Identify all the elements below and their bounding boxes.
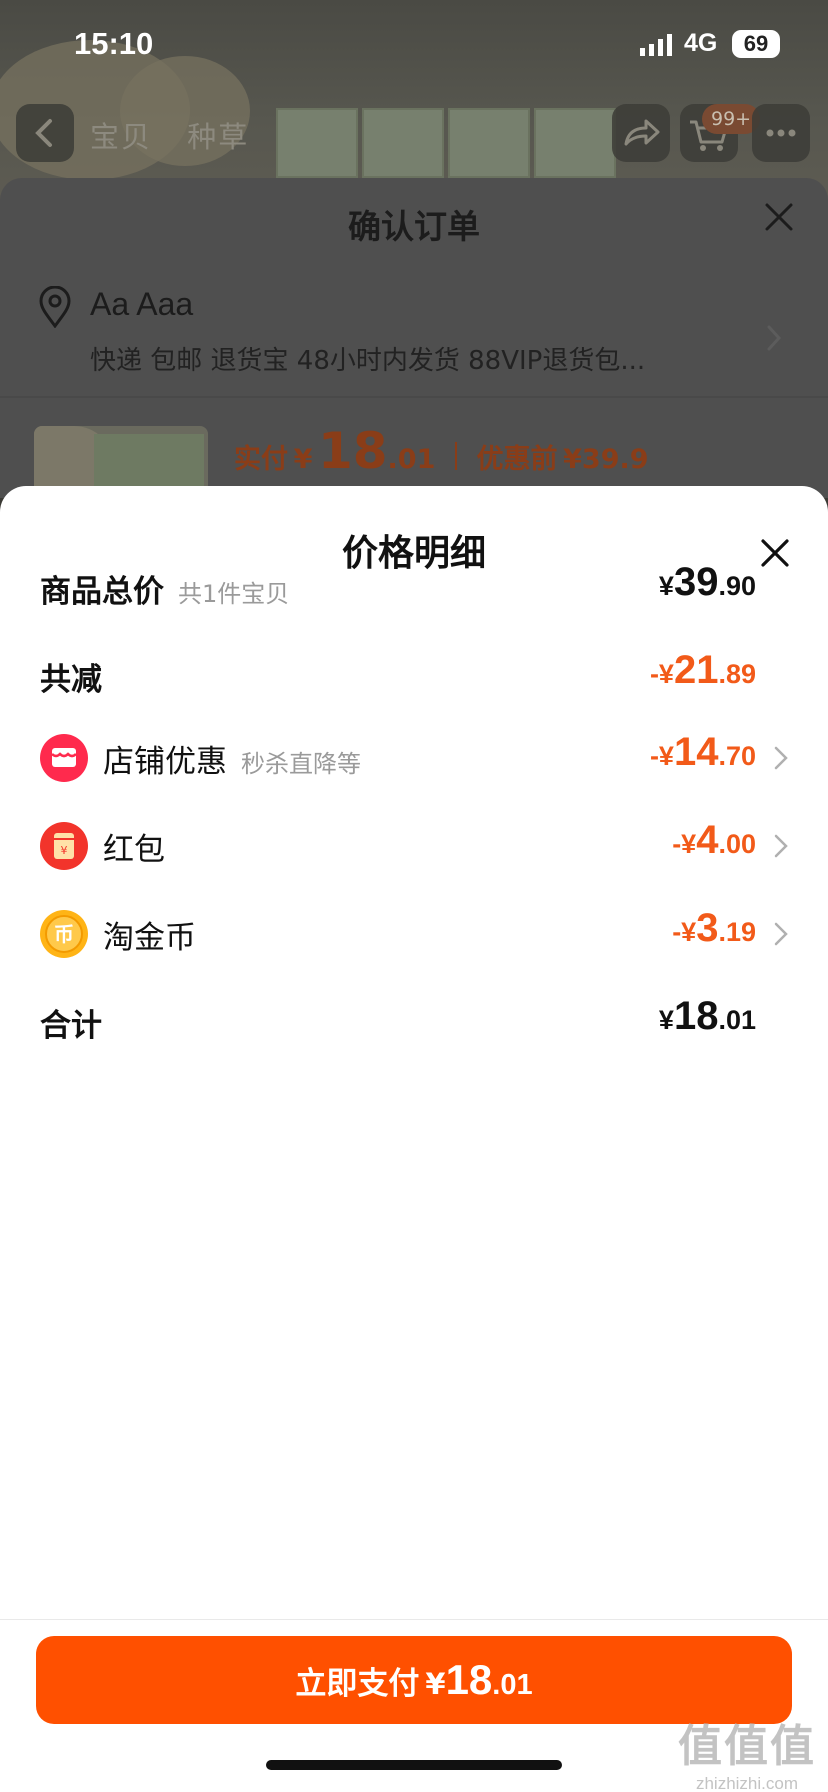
amount-dec: .00 [718, 829, 756, 859]
amount-dec: .70 [718, 741, 756, 771]
share-icon [624, 119, 660, 146]
svg-text:¥: ¥ [61, 844, 68, 857]
signal-icon [640, 34, 672, 56]
battery-level: 69 [732, 30, 780, 58]
taojinbi-row[interactable]: 币 淘金币 -¥3.19 [0, 902, 828, 962]
amount-prefix: ¥ [658, 1005, 674, 1035]
product-page-background: 15:10 4G 69 宝贝 种草 99+ [0, 0, 828, 200]
total-discount-row: 共减 -¥21.89 [0, 644, 828, 704]
taojinbi-label: 淘金币 [103, 920, 196, 956]
amount-int: 18 [673, 994, 719, 1038]
amount-prefix: ¥ [658, 571, 674, 601]
paid-summary: 实付 ¥ 18.01 优惠前 ¥39.9 [234, 422, 649, 480]
chevron-right-icon [774, 922, 788, 946]
amount-dec: .01 [718, 1005, 756, 1035]
order-title: 确认订单 [348, 207, 480, 246]
total-row: 合计 ¥18.01 [0, 990, 828, 1050]
row-label: 商品总价 共1件宝贝 [40, 566, 289, 611]
divider [0, 396, 828, 398]
status-time: 15:10 [74, 26, 154, 61]
pay-button-yen: ¥ [425, 1667, 446, 1701]
store-discount-row[interactable]: 店铺优惠 秒杀直降等 -¥14.70 [0, 726, 828, 786]
address-name[interactable]: Aa Aaa [90, 286, 193, 323]
red-packet-label: 红包 [103, 832, 165, 868]
taojinbi-coin-icon: 币 [40, 910, 88, 958]
paid-dec: .01 [387, 444, 436, 475]
amount-int: 39 [673, 560, 719, 604]
amount-prefix: -¥ [672, 829, 697, 859]
store-discount-icon [40, 734, 88, 782]
total-label: 合计 [40, 1008, 102, 1044]
order-confirm-sheet: 确认订单 Aa Aaa 快递 包邮 退货宝 48小时内发货 88VIP退货包..… [0, 178, 828, 498]
pay-button-int: 18 [445, 1656, 493, 1703]
network-type: 4G [684, 29, 718, 57]
red-packet-row[interactable]: ¥ 红包 -¥4.00 [0, 814, 828, 874]
pay-button-label: 立即支付 [295, 1666, 420, 1702]
chevron-left-icon [35, 119, 52, 147]
before-discount-price: ¥39.9 [563, 444, 649, 475]
taojinbi-amount: -¥3.19 [672, 906, 756, 951]
store-discount-label: 店铺优惠 [103, 744, 227, 780]
subtotal-label: 商品总价 [40, 574, 164, 610]
paid-label: 实付 [234, 444, 288, 475]
amount-dec: .89 [718, 659, 756, 689]
amount-prefix: -¥ [672, 917, 697, 947]
watermark-domain: zhizhizhi.com [695, 1774, 799, 1792]
paid-int: 18 [317, 422, 388, 480]
status-bar: 15:10 4G 69 [0, 0, 828, 90]
total-discount-label: 共减 [40, 662, 102, 698]
tab-item[interactable]: 宝贝 [90, 120, 152, 154]
paid-yen: ¥ [293, 444, 313, 475]
store-discount-amount: -¥14.70 [650, 730, 756, 775]
close-icon[interactable] [764, 202, 794, 232]
share-button[interactable] [612, 104, 670, 162]
chevron-right-icon [774, 746, 788, 770]
total-discount-amount: -¥21.89 [650, 648, 756, 693]
watermark-logo: 值值值 [678, 1721, 816, 1772]
pay-button-dec: .01 [492, 1669, 533, 1701]
amount-dec: .19 [718, 917, 756, 947]
delivery-services: 快递 包邮 退货宝 48小时内发货 88VIP退货包... [90, 346, 646, 376]
amount-prefix: -¥ [649, 659, 674, 689]
amount-int: 21 [673, 648, 719, 692]
product-tabs: 宝贝 种草 [90, 114, 273, 156]
amount-int: 4 [696, 818, 719, 862]
more-button[interactable] [752, 104, 810, 162]
chevron-right-icon[interactable] [766, 324, 782, 352]
more-icon [766, 129, 796, 137]
watermark: 值值值 zhizhizhi.com [672, 1710, 822, 1792]
chevron-right-icon [774, 834, 788, 858]
subtotal-amount: ¥39.90 [659, 560, 756, 605]
item-count: 共1件宝贝 [178, 580, 290, 608]
back-button[interactable] [16, 104, 74, 162]
row-label: 店铺优惠 秒杀直降等 [103, 736, 361, 781]
divider [0, 1619, 828, 1620]
store-discount-desc: 秒杀直降等 [241, 750, 361, 778]
amount-dec: .90 [718, 571, 756, 601]
before-discount-label: 优惠前 [476, 444, 558, 475]
red-packet-icon: ¥ [40, 822, 88, 870]
total-amount: ¥18.01 [659, 994, 756, 1039]
price-detail-modal: 价格明细 商品总价 共1件宝贝 ¥39.90 共减 -¥21.89 店铺优惠 秒杀直… [0, 486, 828, 1792]
amount-prefix: -¥ [649, 741, 674, 771]
tab-reviews[interactable]: 种草 [187, 120, 249, 154]
home-indicator[interactable] [266, 1760, 562, 1770]
svg-text:币: 币 [54, 922, 74, 946]
red-packet-amount: -¥4.00 [672, 818, 756, 863]
amount-int: 3 [696, 906, 719, 950]
amount-int: 14 [673, 730, 719, 774]
subtotal-row: 商品总价 共1件宝贝 ¥39.90 [0, 556, 828, 616]
location-pin-icon [39, 286, 71, 328]
separator [454, 442, 457, 470]
